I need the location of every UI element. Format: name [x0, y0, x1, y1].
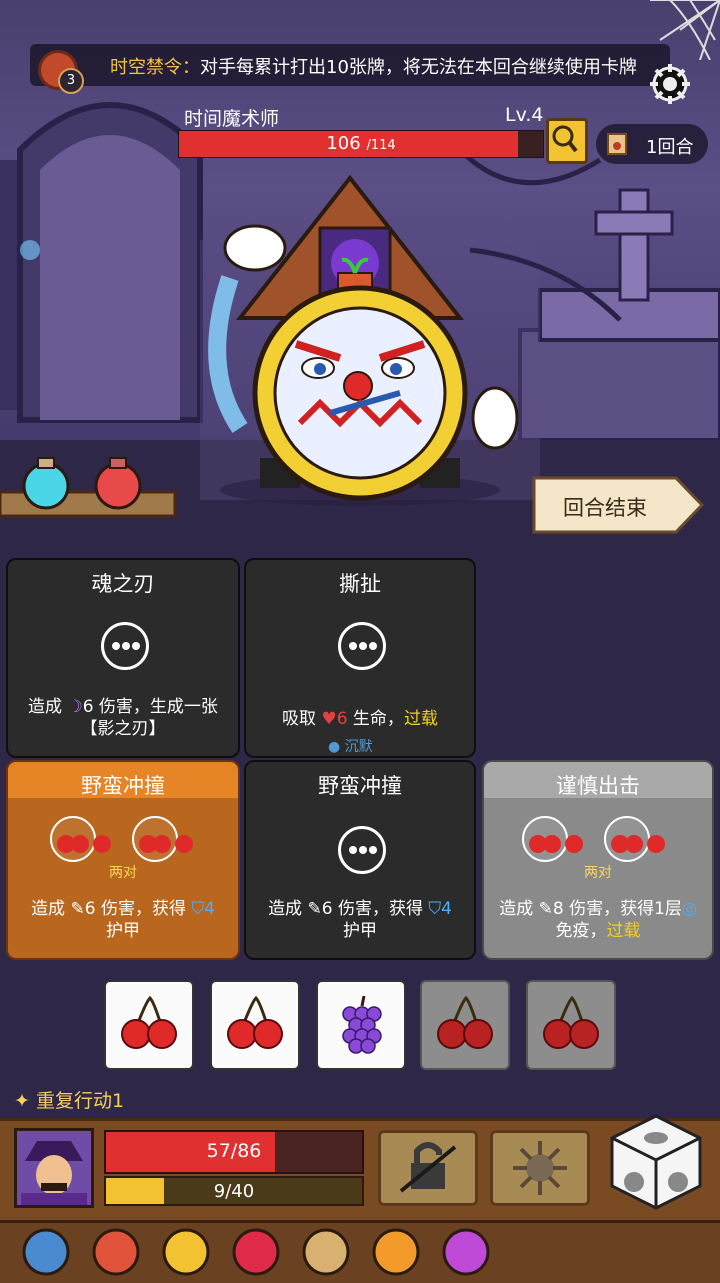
shield-icon: ⛉ — [191, 899, 205, 919]
enemy-hp-max: /114 — [366, 138, 396, 153]
scroll-icon — [607, 133, 627, 155]
reroll-burst-button[interactable] — [490, 1130, 590, 1206]
card-description: 造成 ✎8 伤害，获得1层◎ 免疫，过载 — [499, 899, 697, 941]
lock-icon — [399, 1142, 457, 1193]
hourglass-icon[interactable] — [298, 1222, 354, 1278]
turn-label: 1回合 — [646, 137, 694, 158]
cherry-die[interactable] — [210, 980, 300, 1070]
rule-stack-count: 3 — [58, 68, 84, 94]
rule-banner: 时空禁令：对手每累计打出10张牌，将无法在本回合继续使用卡牌 — [30, 44, 670, 86]
player-avatar[interactable] — [14, 1128, 94, 1208]
immunity-icon: ◎ — [681, 899, 697, 919]
player-hp-bar: 57/86 — [104, 1130, 364, 1174]
card-savage-charge-2[interactable]: 野蛮冲撞 造成 ✎6 伤害，获得 ⛉4 护甲 — [244, 760, 476, 960]
enemy-hp-bar: 106 /114 — [178, 130, 544, 158]
potion-shelf — [0, 452, 180, 532]
card-box-icon[interactable] — [158, 1222, 214, 1278]
rule-text: 对手每累计打出10张牌，将无法在本回合继续使用卡牌 — [200, 57, 637, 78]
card-description: 造成 ☽6 伤害，生成一张 【影之刃】 — [28, 697, 218, 739]
ruby-icon[interactable] — [228, 1222, 284, 1278]
enemy-level: Lv.4 — [505, 104, 544, 126]
cherry-die[interactable] — [104, 980, 194, 1070]
settings-gear-icon[interactable] — [648, 62, 692, 106]
silence-indicator: ● 沉默 — [328, 739, 373, 755]
card-cautious-strike[interactable]: 谨慎出击 两对 造成 ✎8 伤害，获得1层◎ 免疫，过载 — [482, 760, 714, 960]
card-description: 造成 ✎6 伤害，获得 ⛉4 护甲 — [31, 899, 215, 941]
card-title: 撕扯 — [339, 572, 381, 596]
cherry-die[interactable] — [526, 980, 616, 1070]
grape-die[interactable] — [316, 980, 406, 1070]
any-dice-slot-icon[interactable] — [101, 622, 149, 670]
grape-icon — [342, 995, 382, 1054]
shield-icon: ⛉ — [428, 899, 442, 919]
any-dice-slot-icon[interactable] — [338, 622, 386, 670]
fang-icon: ♥ — [321, 709, 337, 729]
pair-requirement: 两对 — [584, 865, 612, 881]
sword-icon: ✎ — [538, 899, 553, 919]
turn-counter: 1回合 — [596, 124, 708, 164]
burst-icon — [513, 1141, 567, 1195]
totem-icon[interactable] — [438, 1222, 494, 1278]
card-savage-charge-1[interactable]: 野蛮冲撞 两对 造成 ✎6 伤害，获得 ⛉4 护甲 — [6, 760, 240, 960]
cherry-icon — [543, 995, 599, 1049]
lock-button[interactable] — [378, 1130, 478, 1206]
pair-requirement: 两对 — [109, 865, 137, 881]
card-soul-blade[interactable]: 魂之刃 造成 ☽6 伤害，生成一张 【影之刃】 — [6, 558, 240, 758]
cherry-icon — [437, 995, 493, 1049]
enemy-name: 时间魔术师 — [184, 108, 280, 130]
mushroom-icon[interactable] — [88, 1222, 144, 1278]
player-shield-bar: 9/40 — [104, 1176, 364, 1206]
card-title: 谨慎出击 — [556, 774, 640, 798]
cherry-die[interactable] — [420, 980, 510, 1070]
player-shield-value: 9/40 — [213, 1181, 255, 1202]
cherry-icon — [121, 995, 177, 1049]
cherry-icon — [227, 995, 283, 1049]
rule-keyword: 时空禁令： — [110, 57, 200, 78]
cherry-icon — [529, 835, 665, 853]
repeat-action-label: ✦ 重复行动1 — [14, 1090, 125, 1112]
roll-dice-button[interactable] — [606, 1112, 706, 1212]
time-magician-enemy[interactable] — [200, 168, 540, 508]
end-turn-label: 回合结束 — [563, 496, 647, 520]
end-turn-button[interactable]: 回合结束 — [530, 474, 706, 536]
card-tear[interactable]: 撕扯 吸取 ♥6 生命，过载 — [244, 558, 476, 758]
card-title: 野蛮冲撞 — [318, 774, 402, 798]
red-potion-icon[interactable] — [94, 457, 142, 510]
sword-icon: ✎ — [70, 899, 85, 919]
lightning-orb-icon[interactable] — [368, 1222, 424, 1278]
card-description: 吸取 ♥6 生命，过载 — [282, 709, 438, 729]
any-dice-slot-icon[interactable] — [338, 826, 386, 874]
player-hp-value: 57/86 — [206, 1140, 262, 1162]
blue-potion-icon[interactable] — [22, 457, 70, 510]
enemy-intent-icon[interactable] — [546, 118, 588, 164]
enemy-hp-value: 106 — [326, 133, 361, 154]
card-description: 造成 ✎6 伤害，获得 ⛉4 护甲 — [268, 899, 452, 941]
card-title: 野蛮冲撞 — [81, 774, 165, 798]
shark-icon[interactable] — [18, 1222, 74, 1278]
sword-icon: ✎ — [307, 899, 322, 919]
card-title: 魂之刃 — [91, 572, 155, 596]
cherry-icon — [57, 835, 193, 853]
